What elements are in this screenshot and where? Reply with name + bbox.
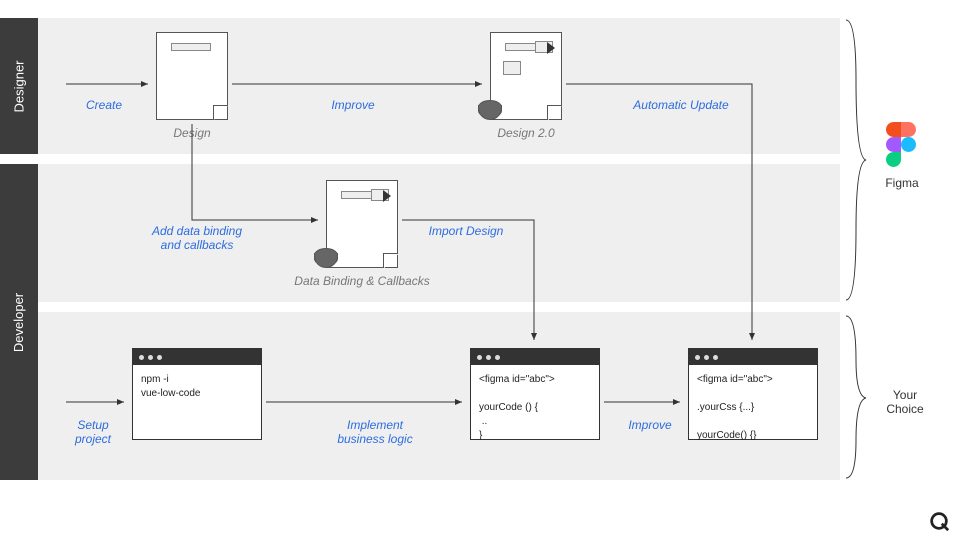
databinding-caption: Data Binding & Callbacks	[282, 274, 442, 288]
improve-code: <figma id="abc"> .yourCss {...} yourCode…	[689, 365, 817, 451]
window-dot-icon	[486, 355, 491, 360]
design-caption: Design	[150, 126, 234, 140]
window-dot-icon	[495, 355, 500, 360]
window-dot-icon	[148, 355, 153, 360]
impl-terminal: <figma id="abc"> yourCode () { .. }	[470, 348, 600, 440]
setup-code: npm -i vue-low-code	[133, 365, 261, 409]
design2-arrow-icon	[547, 42, 555, 54]
edge-implement-logic: Implement business logic	[320, 418, 430, 446]
your-choice-label: Your Choice	[880, 388, 930, 416]
edge-improve-design: Improve	[318, 98, 388, 112]
design2-db-icon	[478, 100, 502, 118]
developer-lane-text: Developer	[12, 292, 27, 351]
edge-improve-code: Improve	[620, 418, 680, 432]
designer-lane-label: Designer	[0, 18, 38, 154]
window-dot-icon	[157, 355, 162, 360]
design2-slot-mid	[503, 61, 521, 75]
window-dot-icon	[713, 355, 718, 360]
window-dot-icon	[139, 355, 144, 360]
edge-setup-project: Setup project	[58, 418, 128, 446]
design-document	[156, 32, 228, 120]
setup-titlebar	[133, 349, 261, 365]
impl-titlebar	[471, 349, 599, 365]
setup-terminal: npm -i vue-low-code	[132, 348, 262, 440]
design2-caption: Design 2.0	[480, 126, 572, 140]
window-dot-icon	[477, 355, 482, 360]
brand-q-icon	[928, 510, 950, 532]
edge-create: Create	[74, 98, 134, 112]
designer-lane-text: Designer	[12, 60, 27, 112]
improve-terminal: <figma id="abc"> .yourCss {...} yourCode…	[688, 348, 818, 440]
figma-label: Figma	[880, 176, 924, 190]
edge-import-design: Import Design	[416, 224, 516, 238]
window-dot-icon	[695, 355, 700, 360]
improve-titlebar	[689, 349, 817, 365]
design-doc-element	[171, 43, 211, 51]
figma-logo-icon	[886, 122, 916, 168]
databinding-db-icon	[314, 248, 338, 266]
impl-code: <figma id="abc"> yourCode () { .. }	[471, 365, 599, 451]
window-dot-icon	[704, 355, 709, 360]
databinding-arrow-icon	[383, 190, 391, 202]
developer-lane-label: Developer	[0, 164, 38, 480]
edge-add-binding: Add data binding and callbacks	[132, 224, 262, 252]
edge-auto-update: Automatic Update	[616, 98, 746, 112]
